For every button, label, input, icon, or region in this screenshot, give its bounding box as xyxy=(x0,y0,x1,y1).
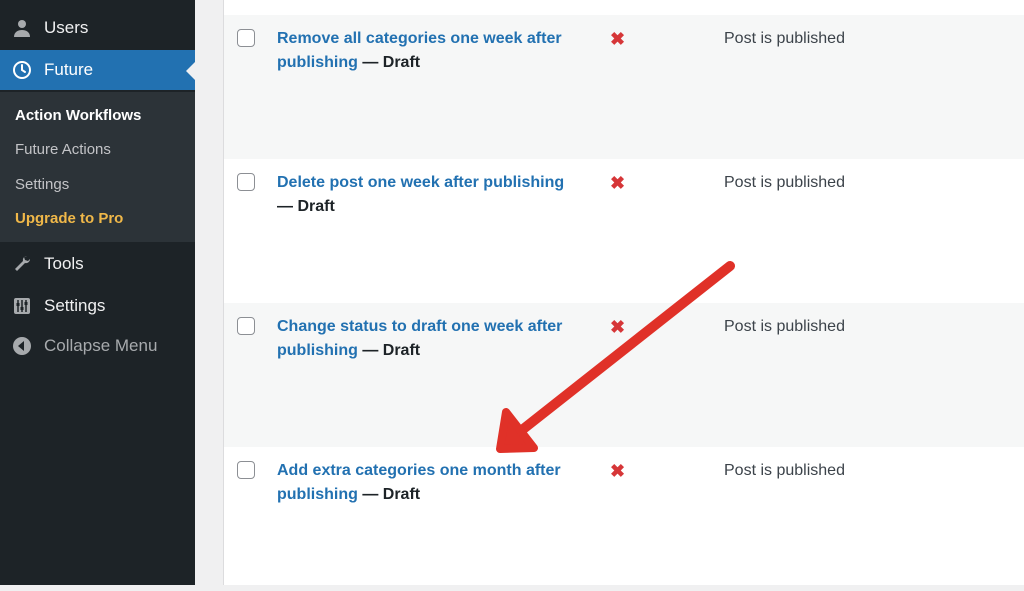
workflow-state: — Draft xyxy=(362,54,421,71)
table-row: Remove all categories one week after pub… xyxy=(224,15,1024,159)
x-icon: ✖ xyxy=(610,29,626,49)
future-submenu: Action Workflows Future Actions Settings… xyxy=(0,92,195,242)
row-checkbox[interactable] xyxy=(237,29,255,47)
workflow-state: — Draft xyxy=(277,198,335,215)
menu-settings-label: Settings xyxy=(44,296,106,315)
row-checkbox[interactable] xyxy=(237,317,255,335)
wrench-icon xyxy=(11,253,33,275)
admin-sidebar: Users Future Action Workflows Future Act… xyxy=(0,0,195,585)
menu-tools[interactable]: Tools xyxy=(0,244,195,284)
workflow-title: Remove all categories one week after pub… xyxy=(277,27,577,75)
submenu-action-workflows[interactable]: Action Workflows xyxy=(15,107,141,124)
workflow-title: Add extra categories one month after pub… xyxy=(277,459,577,507)
workflows-table: Remove all categories one week after pub… xyxy=(223,0,1024,585)
users-icon xyxy=(11,17,33,39)
x-icon: ✖ xyxy=(610,173,626,193)
submenu-settings[interactable]: Settings xyxy=(15,176,69,193)
submenu-upgrade-to-pro[interactable]: Upgrade to Pro xyxy=(15,210,123,227)
menu-tools-label: Tools xyxy=(44,254,84,273)
collapse-arrow-icon xyxy=(11,335,33,357)
table-row: Change status to draft one week after pu… xyxy=(224,303,1024,447)
workflow-state: — Draft xyxy=(362,486,421,503)
x-icon: ✖ xyxy=(610,461,626,481)
workflow-title: Change status to draft one week after pu… xyxy=(277,315,577,363)
collapse-menu-label: Collapse Menu xyxy=(44,336,158,355)
workflow-state: — Draft xyxy=(362,342,421,359)
row-checkbox[interactable] xyxy=(237,173,255,191)
collapse-menu-button[interactable]: Collapse Menu xyxy=(0,326,195,366)
table-row: Delete post one week after publishing — … xyxy=(224,159,1024,303)
trigger-status: Post is published xyxy=(724,462,845,479)
trigger-status: Post is published xyxy=(724,30,845,47)
workflow-title: Delete post one week after publishing — … xyxy=(277,171,577,219)
menu-future[interactable]: Future xyxy=(0,50,195,90)
row-checkbox[interactable] xyxy=(237,461,255,479)
submenu-future-actions[interactable]: Future Actions xyxy=(15,141,111,158)
clock-icon xyxy=(11,59,33,81)
trigger-status: Post is published xyxy=(724,318,845,335)
settings-sliders-icon xyxy=(11,295,33,317)
active-indicator xyxy=(186,62,195,80)
x-icon: ✖ xyxy=(610,317,626,337)
menu-settings[interactable]: Settings xyxy=(0,286,195,326)
menu-users[interactable]: Users xyxy=(0,8,195,48)
menu-users-label: Users xyxy=(44,18,89,37)
trigger-status: Post is published xyxy=(724,174,845,191)
workflow-title-link[interactable]: Delete post one week after publishing xyxy=(277,174,564,191)
table-row: Add extra categories one month after pub… xyxy=(224,447,1024,591)
menu-future-label: Future xyxy=(44,60,94,79)
